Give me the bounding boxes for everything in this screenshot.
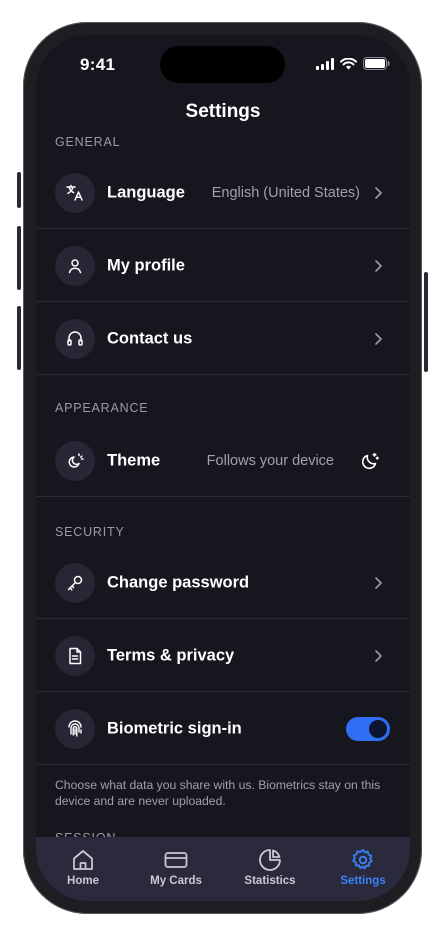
- chevron-right-icon: [375, 187, 382, 199]
- power-button: [424, 272, 428, 372]
- tab-bar: Home My Cards Statistics Settings: [36, 837, 410, 901]
- settings-row-terms-privacy[interactable]: Terms & privacy: [36, 620, 410, 692]
- fingerprint-icon-wrap: [55, 709, 95, 749]
- dynamic-island: [160, 46, 285, 83]
- theme-icon-wrap: [55, 441, 95, 481]
- cellular-signal-icon: [316, 57, 334, 70]
- biometric-toggle[interactable]: [346, 717, 390, 741]
- pie-chart-icon: [259, 849, 281, 871]
- settings-row-theme[interactable]: Theme Follows your device: [36, 425, 410, 497]
- section-label-appearance: APPEARANCE: [55, 401, 149, 415]
- translate-icon-wrap: [55, 173, 95, 213]
- status-bar: 9:41: [36, 35, 410, 95]
- settings-row-biometric: Biometric sign-in: [36, 693, 410, 765]
- person-icon: [68, 259, 82, 274]
- key-icon-wrap: [55, 563, 95, 603]
- tab-home[interactable]: Home: [36, 847, 130, 887]
- tab-statistics[interactable]: Statistics: [223, 847, 317, 887]
- settings-row-contact-us[interactable]: Contact us: [36, 303, 410, 375]
- tab-statistics-label: Statistics: [244, 875, 296, 887]
- card-icon: [164, 852, 188, 868]
- chevron-right-icon: [375, 333, 382, 345]
- tab-home-label: Home: [67, 875, 99, 887]
- tab-my-cards[interactable]: My Cards: [129, 847, 223, 887]
- row-divider: [36, 618, 410, 619]
- volume-up-button: [17, 226, 21, 290]
- row-divider: [36, 764, 410, 765]
- volume-down-button: [17, 306, 21, 370]
- settings-row-language[interactable]: Language English (United States): [36, 157, 410, 229]
- section-label-general: GENERAL: [55, 135, 121, 149]
- language-label: Language: [107, 183, 185, 202]
- settings-row-my-profile[interactable]: My profile: [36, 230, 410, 302]
- row-divider: [36, 301, 410, 302]
- status-time: 9:41: [80, 55, 116, 74]
- settings-row-change-password[interactable]: Change password: [36, 547, 410, 619]
- mute-switch: [17, 172, 21, 208]
- theme-label: Theme: [107, 451, 161, 470]
- status-icons: [316, 57, 390, 70]
- tab-settings-label: Settings: [340, 875, 386, 887]
- moon-icon[interactable]: [360, 451, 380, 471]
- security-footnote: Choose what data you share with us. Biom…: [55, 778, 381, 808]
- tab-settings[interactable]: Settings: [316, 847, 410, 887]
- tab-my-cards-label: My Cards: [150, 875, 202, 887]
- person-icon-wrap: [55, 246, 95, 286]
- row-divider: [36, 496, 410, 497]
- battery-icon: [363, 57, 390, 70]
- chevron-right-icon: [375, 650, 382, 662]
- screen: 9:41 Settings GENERAL Language English (…: [36, 35, 410, 901]
- chevron-right-icon: [375, 260, 382, 272]
- section-label-security: SECURITY: [55, 525, 125, 539]
- headset-icon-wrap: [55, 319, 95, 359]
- wifi-icon: [340, 57, 357, 69]
- change-password-label: Change password: [107, 573, 250, 592]
- key-icon: [67, 575, 83, 591]
- theme-value: Follows your device: [206, 453, 334, 469]
- headset-icon: [67, 331, 83, 346]
- document-icon-wrap: [55, 636, 95, 676]
- home-icon: [73, 850, 93, 870]
- document-icon: [69, 647, 82, 665]
- fingerprint-icon: [68, 720, 82, 737]
- translate-icon: [66, 184, 83, 201]
- language-value: English (United States): [211, 185, 360, 201]
- theme-icon: [68, 453, 84, 468]
- contact-us-label: Contact us: [107, 329, 193, 348]
- chevron-right-icon: [375, 577, 382, 589]
- row-divider: [36, 228, 410, 229]
- gear-icon: [352, 848, 373, 870]
- terms-privacy-label: Terms & privacy: [107, 646, 235, 665]
- row-divider: [36, 374, 410, 375]
- toggle-knob: [369, 720, 387, 738]
- page-title: Settings: [185, 101, 261, 122]
- biometric-label: Biometric sign-in: [107, 719, 242, 738]
- row-divider: [36, 691, 410, 692]
- my-profile-label: My profile: [107, 256, 185, 275]
